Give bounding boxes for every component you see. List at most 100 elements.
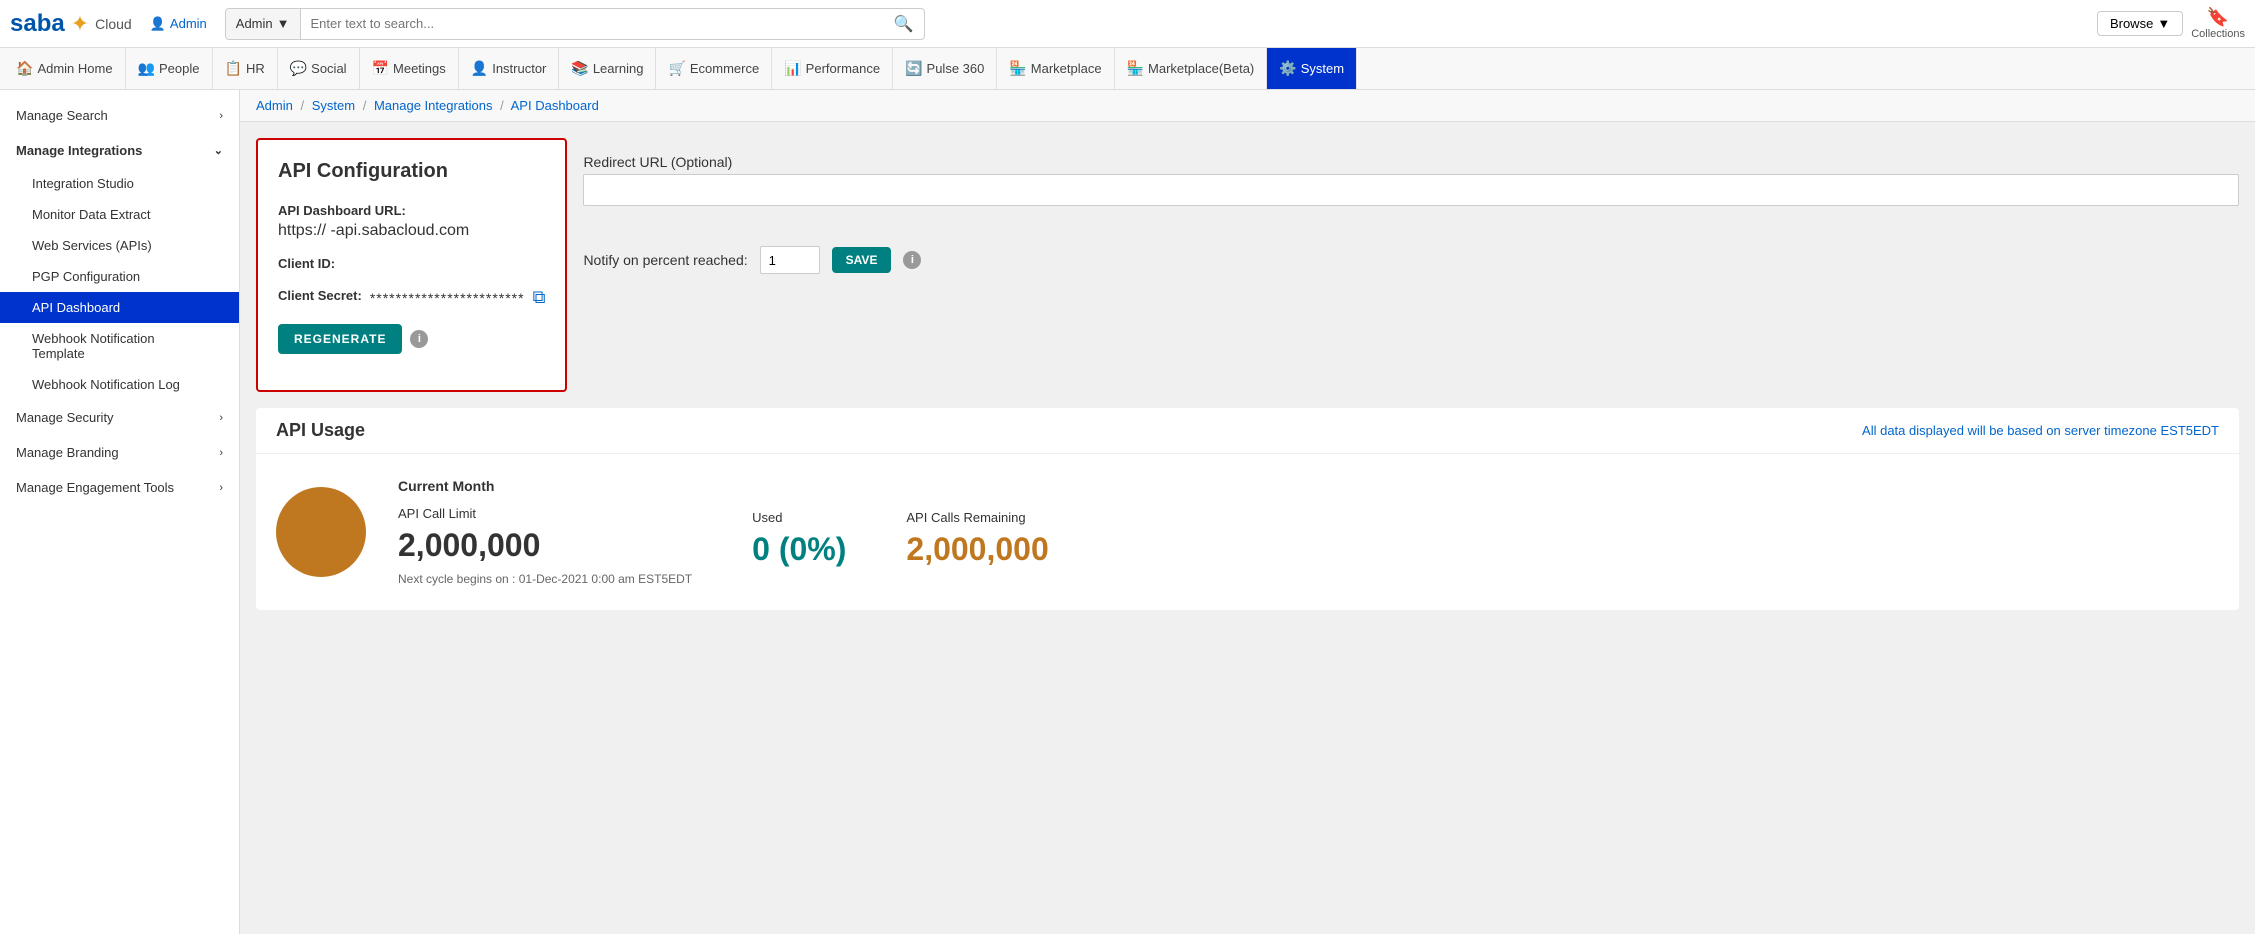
client-secret-value: ************************ (370, 290, 525, 306)
pgp-configuration-label: PGP Configuration (32, 269, 140, 284)
marketplace-icon: 🏪 (1009, 60, 1026, 77)
logo-cloud: Cloud (95, 16, 132, 32)
nav-hr-label: HR (246, 61, 265, 76)
api-usage-body: Current Month API Call Limit 2,000,000 N… (256, 454, 2239, 610)
admin-badge[interactable]: 👤 Admin (150, 16, 207, 32)
regenerate-row: REGENERATE i (278, 324, 545, 354)
chevron-down-icon: ▼ (277, 16, 290, 31)
nav-social[interactable]: 💬 Social (278, 48, 360, 89)
monitor-data-extract-label: Monitor Data Extract (32, 207, 151, 222)
browse-chevron-icon: ▼ (2157, 16, 2170, 31)
redirect-url-label: Redirect URL (Optional) (583, 154, 2239, 170)
navbar: 🏠 Admin Home 👥 People 📋 HR 💬 Social 📅 Me… (0, 48, 2255, 90)
pulse360-icon: 🔄 (905, 60, 922, 77)
save-button[interactable]: SAVE (832, 247, 892, 273)
manage-engagement-label: Manage Engagement Tools (16, 480, 174, 495)
nav-hr[interactable]: 📋 HR (213, 48, 278, 89)
nav-admin-home-label: Admin Home (37, 61, 112, 76)
nav-people[interactable]: 👥 People (126, 48, 213, 89)
breadcrumb-system[interactable]: System (312, 98, 355, 113)
system-icon: ⚙️ (1279, 60, 1296, 77)
sidebar: Manage Search › Manage Integrations ⌄ In… (0, 90, 240, 934)
sidebar-item-pgp-config[interactable]: PGP Configuration (0, 261, 239, 292)
nav-meetings[interactable]: 📅 Meetings (360, 48, 459, 89)
sidebar-item-monitor-data-extract[interactable]: Monitor Data Extract (0, 199, 239, 230)
copy-secret-button[interactable]: ⧉ (533, 287, 546, 308)
nav-marketplace-beta[interactable]: 🏪 Marketplace(Beta) (1115, 48, 1268, 89)
redirect-url-input[interactable] (583, 174, 2239, 206)
nav-marketplace[interactable]: 🏪 Marketplace (997, 48, 1114, 89)
client-id-label: Client ID: (278, 256, 545, 271)
search-input[interactable] (301, 16, 884, 31)
browse-label: Browse (2110, 16, 2153, 31)
stat-group-remaining: API Calls Remaining 2,000,000 (906, 478, 1048, 586)
regenerate-info-icon[interactable]: i (410, 330, 428, 348)
meetings-icon: 📅 (372, 60, 389, 77)
nav-instructor-label: Instructor (492, 61, 546, 76)
api-call-limit-label: API Call Limit (398, 506, 692, 521)
logo-saba: saba (10, 10, 65, 38)
sidebar-item-manage-engagement[interactable]: Manage Engagement Tools › (0, 470, 239, 505)
learning-icon: 📚 (571, 60, 588, 77)
sidebar-item-manage-security[interactable]: Manage Security › (0, 400, 239, 435)
sidebar-item-webhook-log[interactable]: Webhook Notification Log (0, 369, 239, 400)
manage-search-label: Manage Search (16, 108, 108, 123)
nav-pulse360-label: Pulse 360 (927, 61, 985, 76)
sidebar-item-webhook-template[interactable]: Webhook Notification Template (0, 323, 239, 369)
notify-percent-input[interactable] (760, 246, 820, 274)
sidebar-item-api-dashboard[interactable]: API Dashboard (0, 292, 239, 323)
nav-ecommerce[interactable]: 🛒 Ecommerce (656, 48, 772, 89)
sidebar-item-integration-studio[interactable]: Integration Studio (0, 168, 239, 199)
sidebar-item-manage-branding[interactable]: Manage Branding › (0, 435, 239, 470)
search-dropdown-label: Admin (236, 16, 273, 31)
nav-learning[interactable]: 📚 Learning (559, 48, 656, 89)
breadcrumb-current: API Dashboard (511, 98, 599, 113)
marketplace-beta-icon: 🏪 (1127, 60, 1144, 77)
chevron-right-engagement-icon: › (219, 482, 223, 494)
logo-star-icon: ✦ (71, 11, 89, 37)
nav-admin-home[interactable]: 🏠 Admin Home (4, 48, 126, 89)
breadcrumb-admin[interactable]: Admin (256, 98, 293, 113)
search-button[interactable]: 🔍 (884, 14, 924, 34)
api-usage-section: API Usage All data displayed will be bas… (256, 408, 2239, 610)
breadcrumb-sep3: / (500, 98, 504, 113)
remaining-label: API Calls Remaining (906, 510, 1048, 525)
next-cycle-label: Next cycle begins on : 01-Dec-2021 0:00 … (398, 572, 692, 586)
api-call-limit-value: 2,000,000 (398, 527, 692, 564)
save-info-icon[interactable]: i (903, 251, 921, 269)
nav-marketplace-beta-label: Marketplace(Beta) (1148, 61, 1254, 76)
sidebar-item-manage-integrations[interactable]: Manage Integrations ⌄ (0, 133, 239, 168)
sidebar-item-web-services[interactable]: Web Services (APIs) (0, 230, 239, 261)
web-services-label: Web Services (APIs) (32, 238, 152, 253)
main-layout: Manage Search › Manage Integrations ⌄ In… (0, 90, 2255, 934)
remaining-value: 2,000,000 (906, 531, 1048, 568)
breadcrumb-manage-integrations[interactable]: Manage Integrations (374, 98, 493, 113)
breadcrumb-sep1: / (300, 98, 304, 113)
nav-pulse360[interactable]: 🔄 Pulse 360 (893, 48, 997, 89)
webhook-notification-template-label: Webhook Notification Template (32, 331, 155, 361)
search-bar: Admin ▼ 🔍 (225, 8, 925, 40)
nav-instructor[interactable]: 👤 Instructor (459, 48, 560, 89)
webhook-notification-log-label: Webhook Notification Log (32, 377, 180, 392)
chevron-right-security-icon: › (219, 412, 223, 424)
client-secret-row: Client Secret: ************************ … (278, 287, 545, 308)
social-icon: 💬 (290, 60, 307, 77)
nav-performance[interactable]: 📊 Performance (772, 48, 893, 89)
breadcrumb: Admin / System / Manage Integrations / A… (240, 90, 2255, 122)
nav-system[interactable]: ⚙️ System (1267, 48, 1357, 89)
usage-donut-chart (276, 487, 366, 577)
collections-label: Collections (2191, 28, 2245, 40)
regenerate-button[interactable]: REGENERATE (278, 324, 402, 354)
used-label: Used (752, 510, 846, 525)
api-usage-title: API Usage (276, 420, 365, 441)
current-month-label: Current Month (398, 478, 692, 494)
nav-social-label: Social (311, 61, 346, 76)
browse-button[interactable]: Browse ▼ (2097, 11, 2183, 36)
sidebar-item-manage-search[interactable]: Manage Search › (0, 98, 239, 133)
collections-icon: 🔖 (2207, 7, 2229, 28)
used-value: 0 (0%) (752, 531, 846, 568)
integration-studio-label: Integration Studio (32, 176, 134, 191)
search-dropdown[interactable]: Admin ▼ (226, 9, 301, 39)
admin-home-icon: 🏠 (16, 60, 33, 77)
collections-button[interactable]: 🔖 Collections (2191, 7, 2245, 40)
